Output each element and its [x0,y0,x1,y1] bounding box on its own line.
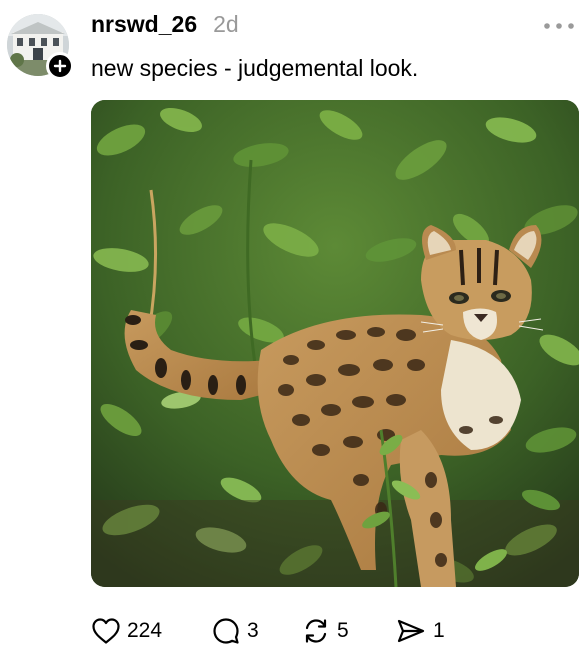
username-link[interactable]: nrswd_26 [91,11,197,38]
plus-icon [53,59,67,73]
more-options-button[interactable] [541,16,577,36]
like-button[interactable]: 224 [91,617,211,645]
heart-icon [92,618,120,644]
post-caption: new species - judgemental look. [91,55,419,81]
more-horizontal-icon [544,23,574,29]
share-count: 1 [433,619,445,642]
post-header: nrswd_26 2d [91,11,239,43]
repost-count: 5 [337,619,349,642]
repost-button[interactable]: 5 [301,616,395,646]
like-count: 224 [127,619,163,642]
post-image[interactable] [91,100,579,587]
ocelot-in-foliage-photo [91,100,579,587]
follow-button[interactable] [46,52,74,80]
send-icon [397,619,425,643]
reply-button[interactable]: 3 [211,616,301,646]
reply-count: 3 [247,619,259,642]
comment-icon [213,618,239,644]
repost-icon [305,619,327,643]
share-button[interactable]: 1 [395,617,475,645]
thread-post: nrswd_26 2d new species - judgemental lo… [0,0,585,664]
timestamp[interactable]: 2d [213,11,239,38]
post-actions: 224 3 5 1 [91,611,475,651]
